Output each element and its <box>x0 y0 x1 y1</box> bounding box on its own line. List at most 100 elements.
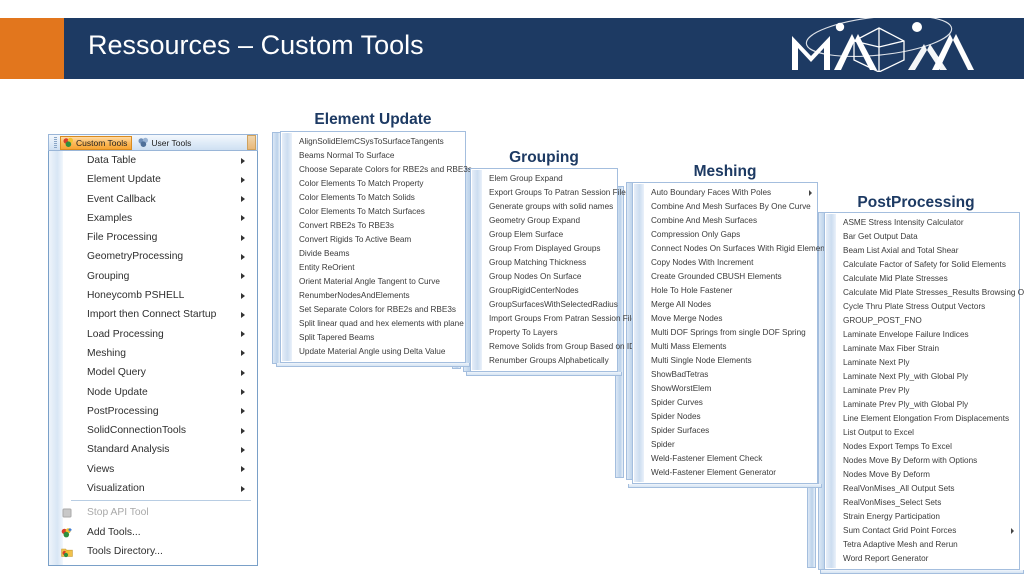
submenu-item[interactable]: Bar Get Output Data <box>825 230 1019 244</box>
submenu-item[interactable]: Divide Beams <box>281 247 465 261</box>
submenu-item[interactable]: Group Matching Thickness <box>471 256 617 270</box>
submenu-item[interactable]: Beam List Axial and Total Shear <box>825 244 1019 258</box>
submenu-item[interactable]: Spider Curves <box>633 396 817 410</box>
submenu-item[interactable]: Renumber Groups Alphabetically <box>471 354 617 368</box>
submenu-item[interactable]: Group From Displayed Groups <box>471 242 617 256</box>
submenu-item[interactable]: Multi DOF Springs from single DOF Spring <box>633 326 817 340</box>
menu-item-import-then-connect-startup[interactable]: Import then Connect Startup <box>49 305 257 324</box>
submenu-item[interactable]: Color Elements To Match Property <box>281 177 465 191</box>
submenu-item[interactable]: Spider Surfaces <box>633 424 817 438</box>
submenu-item[interactable]: Sum Contact Grid Point Forces <box>825 524 1019 538</box>
submenu-item[interactable]: Choose Separate Colors for RBE2s and RBE… <box>281 163 472 177</box>
submenu-item[interactable]: GroupSurfacesWithSelectedRadius <box>471 298 618 312</box>
submenu-item[interactable]: Line Element Elongation From Displacemen… <box>825 412 1019 426</box>
submenu-item[interactable]: ASME Stress Intensity Calculator <box>825 216 1019 230</box>
submenu-item[interactable]: Split Tapered Beams <box>281 331 465 345</box>
submenu-item[interactable]: ShowWorstElem <box>633 382 817 396</box>
menu-item-visualization[interactable]: Visualization <box>49 479 257 498</box>
submenu-item[interactable]: Geometry Group Expand <box>471 214 617 228</box>
submenu-item[interactable]: Weld-Fastener Element Generator <box>633 466 817 480</box>
menu-item-file-processing[interactable]: File Processing <box>49 228 257 247</box>
submenu-item[interactable]: Convert Rigids To Active Beam <box>281 233 465 247</box>
submenu-item[interactable]: Hole To Hole Fastener <box>633 284 817 298</box>
submenu-item[interactable]: Entity ReOrient <box>281 261 465 275</box>
submenu-item[interactable]: Beams Normal To Surface <box>281 149 465 163</box>
menu-item-grouping[interactable]: Grouping <box>49 267 257 286</box>
submenu-item[interactable]: Spider Nodes <box>633 410 817 424</box>
tab-custom-tools[interactable]: Custom Tools <box>60 135 133 150</box>
menu-item-data-table[interactable]: Data Table <box>49 151 257 170</box>
submenu-item[interactable]: Combine And Mesh Surfaces <box>633 214 817 228</box>
menu-item-meshing[interactable]: Meshing <box>49 344 257 363</box>
submenu-item[interactable]: Spider <box>633 438 817 452</box>
submenu-item[interactable]: RealVonMises_All Output Sets <box>825 482 1019 496</box>
submenu-item[interactable]: Word Report Generator <box>825 552 1019 566</box>
submenu-item[interactable]: Color Elements To Match Solids <box>281 191 465 205</box>
submenu-item[interactable]: Compression Only Gaps <box>633 228 817 242</box>
submenu-item[interactable]: Property To Layers <box>471 326 617 340</box>
menu-item-postprocessing[interactable]: PostProcessing <box>49 402 257 421</box>
submenu-item[interactable]: Laminate Next Ply_with Global Ply <box>825 370 1019 384</box>
submenu-item[interactable]: Combine And Mesh Surfaces By One Curve <box>633 200 817 214</box>
submenu-item[interactable]: Nodes Export Temps To Excel <box>825 440 1019 454</box>
menu-item-standard-analysis[interactable]: Standard Analysis <box>49 440 257 459</box>
menu-item-examples[interactable]: Examples <box>49 209 257 228</box>
submenu-item[interactable]: Move Merge Nodes <box>633 312 817 326</box>
submenu-item[interactable]: Generate groups with solid names <box>471 200 617 214</box>
submenu-item[interactable]: Orient Material Angle Tangent to Curve <box>281 275 465 289</box>
submenu-item[interactable]: Weld-Fastener Element Check <box>633 452 817 466</box>
submenu-item[interactable]: Laminate Prev Ply <box>825 384 1019 398</box>
submenu-item[interactable]: Laminate Max Fiber Strain <box>825 342 1019 356</box>
submenu-item[interactable]: Laminate Next Ply <box>825 356 1019 370</box>
submenu-item[interactable]: RealVonMises_Select Sets <box>825 496 1019 510</box>
submenu-item[interactable]: Merge All Nodes <box>633 298 817 312</box>
toolbar-grip-icon[interactable] <box>54 137 57 148</box>
toolbar-overflow-button[interactable] <box>247 135 256 150</box>
menu-item-add-tools[interactable]: Add Tools... <box>49 523 257 542</box>
submenu-item[interactable]: Laminate Envelope Failure Indices <box>825 328 1019 342</box>
menu-item-honeycomb-pshell[interactable]: Honeycomb PSHELL <box>49 286 257 305</box>
submenu-item[interactable]: Set Separate Colors for RBE2s and RBE3s <box>281 303 465 317</box>
submenu-item[interactable]: Elem Group Expand <box>471 172 617 186</box>
submenu-item[interactable]: Nodes Move By Deform <box>825 468 1019 482</box>
submenu-item[interactable]: GroupRigidCenterNodes <box>471 284 617 298</box>
tab-user-tools[interactable]: User Tools <box>135 136 196 150</box>
submenu-item[interactable]: Export Groups To Patran Session File <box>471 186 626 200</box>
menu-item-geometryprocessing[interactable]: GeometryProcessing <box>49 247 257 266</box>
submenu-item[interactable]: Create Grounded CBUSH Elements <box>633 270 817 284</box>
submenu-item[interactable]: ShowBadTetras <box>633 368 817 382</box>
submenu-item[interactable]: Tetra Adaptive Mesh and Rerun <box>825 538 1019 552</box>
submenu-item[interactable]: Remove Solids from Group Based on ID <box>471 340 635 354</box>
submenu-item[interactable]: GROUP_POST_FNO <box>825 314 1019 328</box>
menu-item-tools-directory[interactable]: Tools Directory... <box>49 542 257 561</box>
submenu-item[interactable]: Strain Energy Participation <box>825 510 1019 524</box>
submenu-item[interactable]: Convert RBE2s To RBE3s <box>281 219 465 233</box>
menu-item-model-query[interactable]: Model Query <box>49 363 257 382</box>
submenu-item[interactable]: Group Nodes On Surface <box>471 270 617 284</box>
submenu-item[interactable]: Color Elements To Match Surfaces <box>281 205 465 219</box>
submenu-item[interactable]: Split linear quad and hex elements with … <box>281 317 465 331</box>
submenu-item[interactable]: AlignSolidElemCSysToSurfaceTangents <box>281 135 465 149</box>
submenu-item[interactable]: List Output to Excel <box>825 426 1019 440</box>
submenu-item[interactable]: Calculate Mid Plate Stresses_Results Bro… <box>825 286 1024 300</box>
submenu-item[interactable]: Auto Boundary Faces With Poles <box>633 186 817 200</box>
menu-item-event-callback[interactable]: Event Callback <box>49 190 257 209</box>
submenu-item[interactable]: Cycle Thru Plate Stress Output Vectors <box>825 300 1019 314</box>
submenu-item[interactable]: Multi Single Node Elements <box>633 354 817 368</box>
submenu-item[interactable]: Calculate Mid Plate Stresses <box>825 272 1019 286</box>
submenu-item[interactable]: Laminate Prev Ply_with Global Ply <box>825 398 1019 412</box>
submenu-item[interactable]: Connect Nodes On Surfaces With Rigid Ele… <box>633 242 831 256</box>
submenu-item[interactable]: Import Groups From Patran Session File <box>471 312 636 326</box>
submenu-item[interactable]: Group Elem Surface <box>471 228 617 242</box>
submenu-item[interactable]: Nodes Move By Deform with Options <box>825 454 1019 468</box>
menu-item-load-processing[interactable]: Load Processing <box>49 325 257 344</box>
submenu-item[interactable]: Calculate Factor of Safety for Solid Ele… <box>825 258 1019 272</box>
menu-item-node-update[interactable]: Node Update <box>49 383 257 402</box>
submenu-item[interactable]: Update Material Angle using Delta Value <box>281 345 465 359</box>
menu-item-views[interactable]: Views <box>49 460 257 479</box>
menu-item-element-update[interactable]: Element Update <box>49 170 257 189</box>
submenu-item[interactable]: Multi Mass Elements <box>633 340 817 354</box>
submenu-item[interactable]: Copy Nodes With Increment <box>633 256 817 270</box>
submenu-item[interactable]: RenumberNodesAndElements <box>281 289 465 303</box>
menu-item-solidconnectiontools[interactable]: SolidConnectionTools <box>49 421 257 440</box>
